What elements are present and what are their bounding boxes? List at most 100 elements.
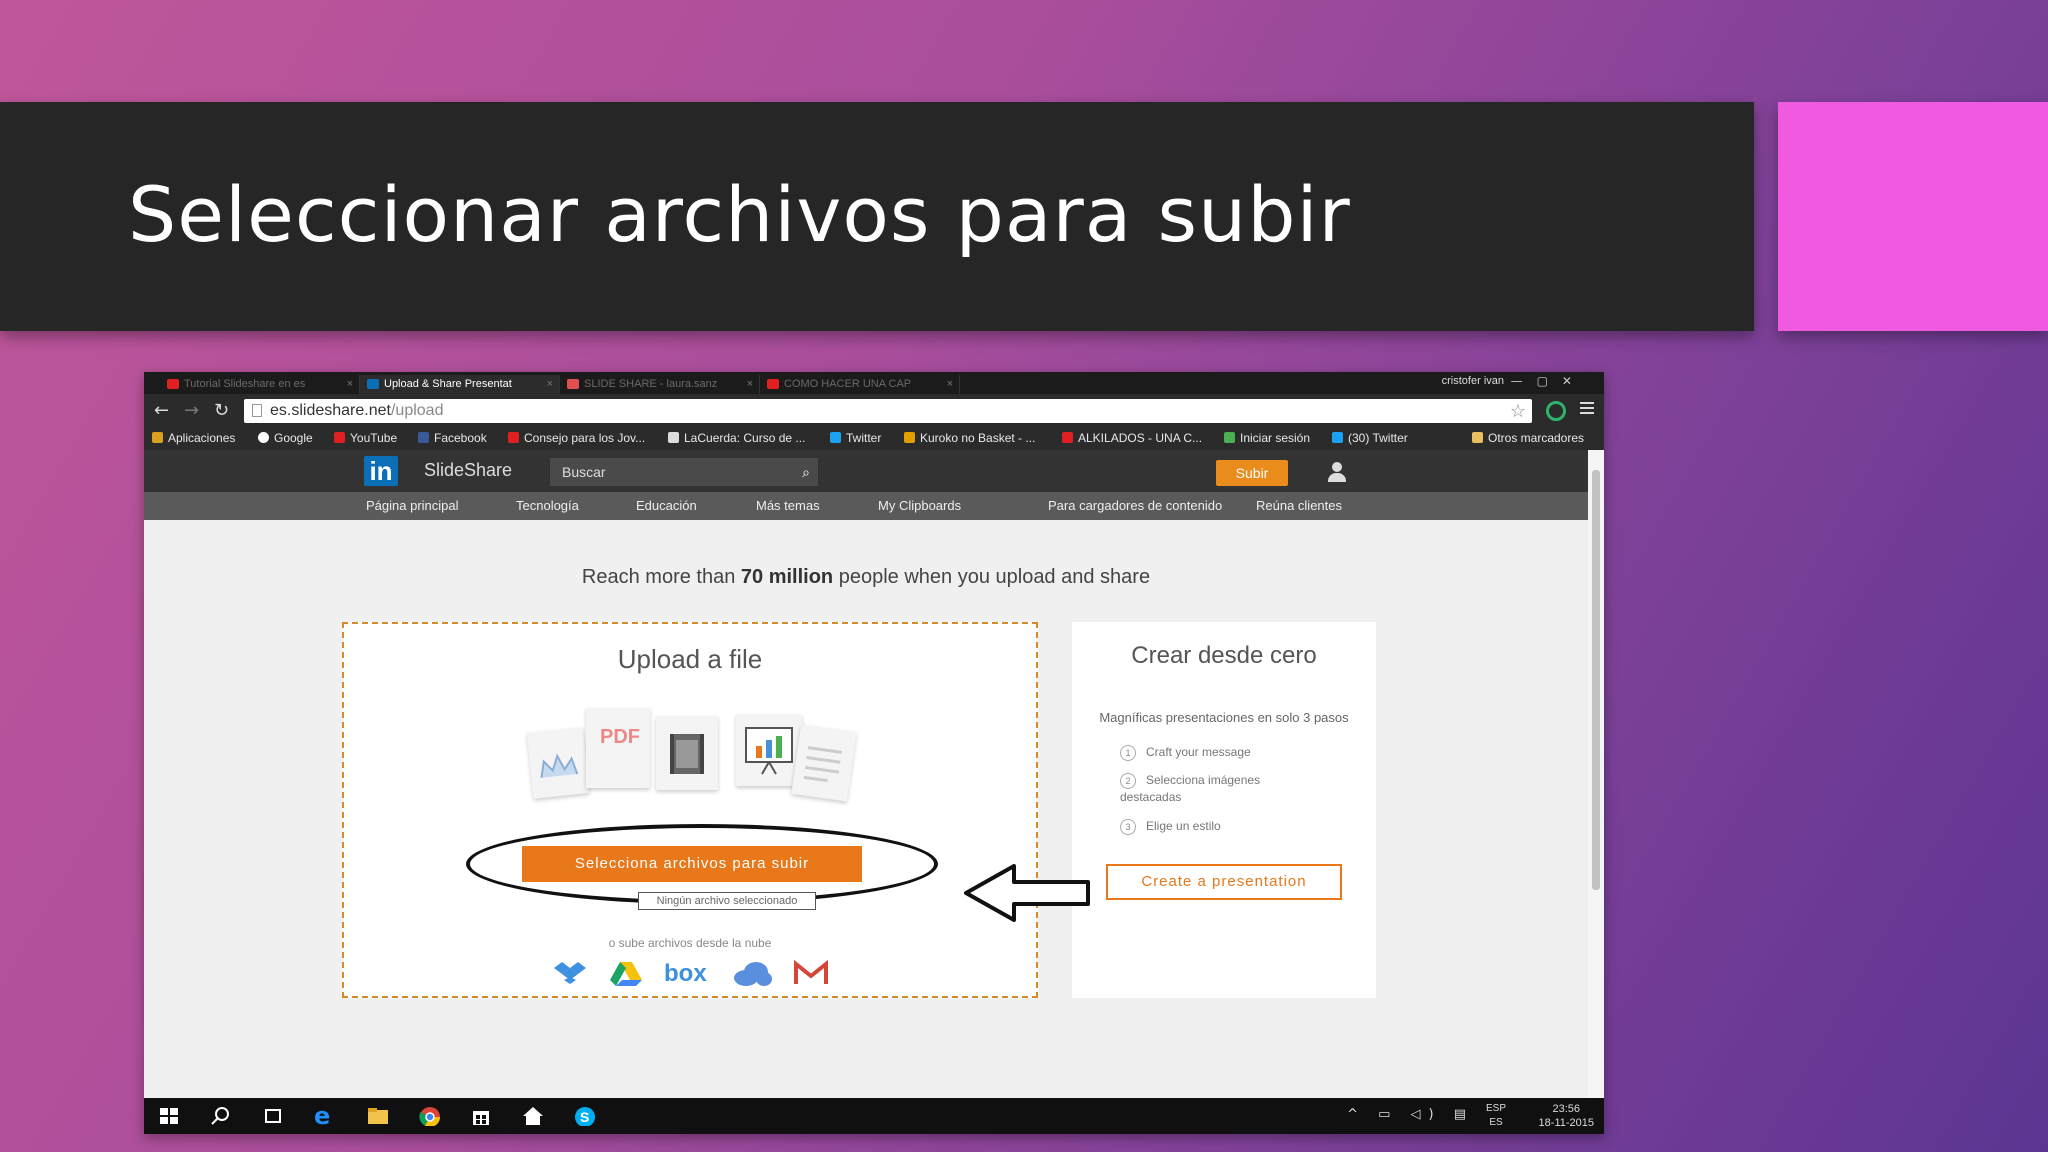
nav-tecnologia[interactable]: Tecnología xyxy=(516,498,579,513)
url-input[interactable]: es.slideshare.net/upload ☆ xyxy=(244,399,1532,423)
tab-upload-share[interactable]: Upload & Share Presentat × xyxy=(360,375,560,394)
bookmark-iniciar-sesion[interactable]: Iniciar sesión xyxy=(1224,431,1310,445)
bookmark-otros[interactable]: Otros marcadores xyxy=(1472,431,1584,445)
linkedin-logo[interactable]: in xyxy=(364,456,398,486)
windows-taskbar: e S ^ ▭ ◁) ▤ ESP ES 23:56 18-11-2015 xyxy=(144,1098,1604,1134)
crown-icon xyxy=(540,753,579,778)
bookmark-consejo[interactable]: Consejo para los Jov... xyxy=(508,431,645,445)
window-user-name: cristofer ivan xyxy=(1441,375,1504,387)
bookmark-star-icon[interactable]: ☆ xyxy=(1510,399,1526,423)
browser-tab-bar: Tutorial Slideshare en es × Upload & Sha… xyxy=(144,372,1604,394)
menu-icon[interactable] xyxy=(1580,402,1594,414)
create-from-scratch-box: Crear desde cero Magníficas presentacion… xyxy=(1072,622,1376,998)
page-icon xyxy=(252,404,262,417)
youtube-icon xyxy=(167,379,179,389)
page-scrollbar[interactable] xyxy=(1588,450,1604,1098)
step-3: 3 Elige un estilo xyxy=(1120,818,1320,835)
system-tray-icons[interactable]: ^ ▭ ◁) ▤ xyxy=(1347,1107,1474,1122)
tab-slide-share[interactable]: SLIDE SHARE - laura.sanz × xyxy=(560,375,760,394)
pdf-document-icon: PDF xyxy=(586,708,650,788)
forward-icon[interactable]: → xyxy=(184,400,199,421)
language-indicator[interactable]: ESP ES xyxy=(1486,1102,1506,1130)
store-icon[interactable] xyxy=(470,1106,492,1126)
search-icon[interactable]: ⌕ xyxy=(802,458,810,486)
close-icon[interactable]: × xyxy=(547,375,553,394)
bookmark-alkilados[interactable]: ALKILADOS - UNA C... xyxy=(1062,431,1202,445)
scrollbar-thumb[interactable] xyxy=(1592,470,1600,890)
reload-icon[interactable]: ↻ xyxy=(214,400,229,421)
back-icon[interactable]: ← xyxy=(154,400,169,421)
upload-title: Upload a file xyxy=(617,644,763,674)
upload-button[interactable]: Subir xyxy=(1216,460,1288,486)
nav-my-clipboards[interactable]: My Clipboards xyxy=(878,498,961,513)
nav-reuna-clientes[interactable]: Reúna clientes xyxy=(1256,498,1342,513)
upload-file-box[interactable]: Upload a file PDF Selecciona archivos pa… xyxy=(342,622,1038,998)
search-input[interactable]: Buscar ⌕ xyxy=(550,458,818,486)
twitter-icon xyxy=(1332,432,1343,443)
bookmark-google[interactable]: Google xyxy=(258,431,313,445)
nav-cargadores[interactable]: Para cargadores de contenido xyxy=(1048,498,1222,513)
create-presentation-button[interactable]: Create a presentation xyxy=(1106,864,1342,900)
search-icon[interactable] xyxy=(210,1106,232,1126)
cloud-services: box xyxy=(554,960,844,988)
youtube-icon xyxy=(334,432,345,443)
bookmark-twitter[interactable]: Twitter xyxy=(830,431,881,445)
tab-tutorial[interactable]: Tutorial Slideshare en es × xyxy=(160,375,360,394)
create-title: Crear desde cero xyxy=(1131,642,1317,669)
clock[interactable]: 23:56 18-11-2015 xyxy=(1539,1102,1594,1130)
nav-educacion[interactable]: Educación xyxy=(636,498,697,513)
slideshare-logo-text[interactable]: SlideShare xyxy=(424,460,512,481)
folder-icon xyxy=(1472,432,1483,443)
youtube-icon xyxy=(1062,432,1073,443)
close-icon[interactable]: × xyxy=(347,375,353,394)
window-controls[interactable]: —▢✕ xyxy=(1511,374,1586,388)
close-icon[interactable]: × xyxy=(747,375,753,394)
chart-board-icon xyxy=(745,727,793,775)
bookmark-twitter-30[interactable]: (30) Twitter xyxy=(1332,431,1408,445)
slideshare-nav: Página principal Tecnología Educación Má… xyxy=(144,492,1588,520)
facebook-icon xyxy=(418,432,429,443)
bookmark-youtube[interactable]: YouTube xyxy=(334,431,397,445)
lacuerda-icon xyxy=(668,432,679,443)
youtube-icon xyxy=(508,432,519,443)
box-icon[interactable]: box xyxy=(664,960,707,988)
bookmark-lacuerda[interactable]: LaCuerda: Curso de ... xyxy=(668,431,805,445)
windows-start-icon[interactable] xyxy=(158,1106,180,1126)
kuroko-icon xyxy=(904,432,915,443)
onedrive-icon[interactable] xyxy=(732,960,772,986)
bookmark-facebook[interactable]: Facebook xyxy=(418,431,487,445)
presentation-icon xyxy=(736,714,802,786)
film-strip-icon xyxy=(670,734,704,774)
linkedin-icon xyxy=(367,379,379,389)
gmail-icon xyxy=(567,379,579,389)
slideshare-header: in SlideShare Buscar ⌕ Subir xyxy=(144,450,1588,492)
nav-pagina-principal[interactable]: Página principal xyxy=(366,498,459,513)
home-icon[interactable] xyxy=(522,1106,544,1126)
youtube-icon xyxy=(767,379,779,389)
dropbox-icon[interactable] xyxy=(554,960,586,986)
text-document-icon xyxy=(791,724,857,802)
step-1: 1 Craft your message xyxy=(1120,744,1320,761)
slide-title: Seleccionar archivos para subir xyxy=(128,170,1351,259)
nav-mas-temas[interactable]: Más temas xyxy=(756,498,820,513)
bookmark-kuroko[interactable]: Kuroko no Basket - ... xyxy=(904,431,1035,445)
file-explorer-icon[interactable] xyxy=(366,1106,388,1126)
bookmark-aplicaciones[interactable]: Aplicaciones xyxy=(152,431,235,445)
edge-icon[interactable]: e xyxy=(314,1102,336,1130)
skype-icon[interactable]: S xyxy=(574,1106,596,1126)
gmail-icon[interactable] xyxy=(794,960,828,986)
apps-icon xyxy=(152,432,163,443)
step-2: 2 Selecciona imágenes destacadas xyxy=(1120,773,1261,804)
twitter-icon xyxy=(830,432,841,443)
close-icon[interactable]: × xyxy=(947,375,953,394)
user-icon[interactable] xyxy=(1326,462,1348,482)
pink-accent-square xyxy=(1778,102,2048,331)
google-drive-icon[interactable] xyxy=(610,960,642,986)
no-file-selected-label: Ningún archivo seleccionado xyxy=(638,892,816,910)
extension-icon[interactable] xyxy=(1546,401,1566,421)
reach-headline: Reach more than 70 million people when y… xyxy=(581,566,1151,588)
pointer-arrow-icon xyxy=(964,864,1090,922)
tab-como-hacer[interactable]: COMO HACER UNA CAP × xyxy=(760,375,960,394)
chrome-icon[interactable] xyxy=(418,1106,440,1126)
task-view-icon[interactable] xyxy=(262,1106,284,1126)
